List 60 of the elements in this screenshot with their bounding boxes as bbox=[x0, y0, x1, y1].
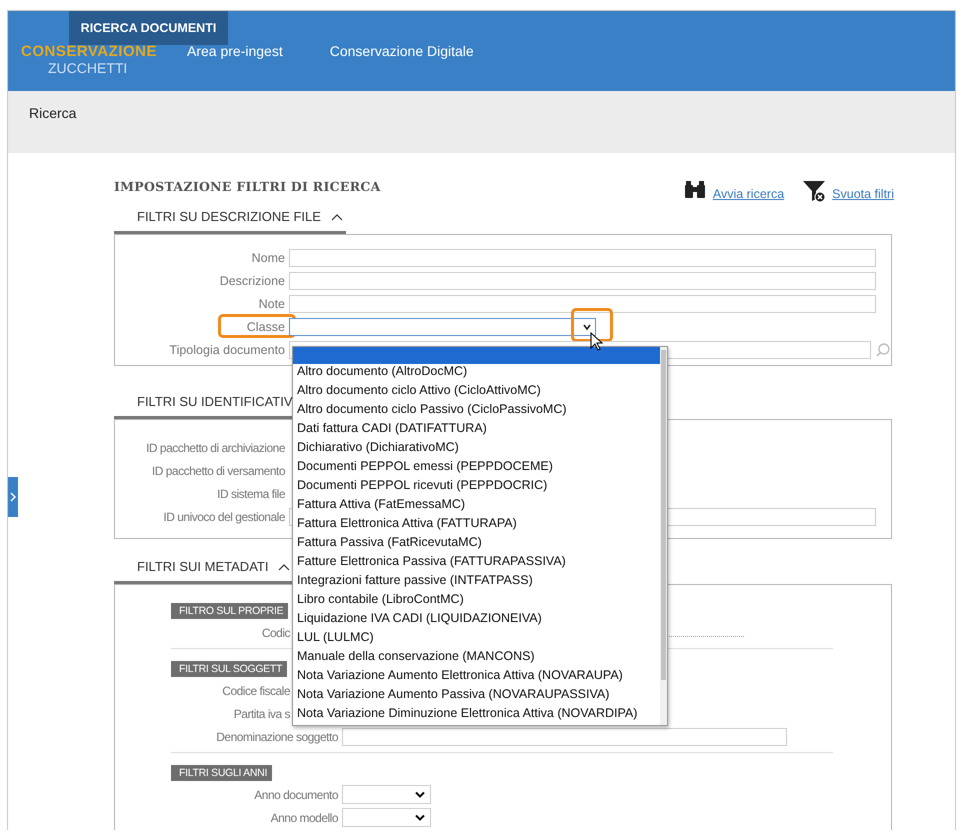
dropdown-option[interactable]: Altro documento (AltroDocMC) bbox=[293, 364, 660, 383]
nav-link[interactable]: Conservazione Digitale bbox=[330, 43, 474, 59]
year-select[interactable] bbox=[342, 785, 431, 804]
section-tab[interactable]: FILTRI SU DESCRIZIONE FILE bbox=[114, 205, 346, 234]
dropdown-list[interactable] bbox=[292, 346, 668, 726]
chevron-down-icon bbox=[414, 791, 426, 799]
group-title: FILTRO SUL PROPRIE bbox=[171, 603, 288, 619]
logo-subtext: ZUCCHETTI bbox=[48, 60, 128, 76]
field-label: Partita iva s bbox=[232, 706, 291, 720]
dropdown-option[interactable]: Manuale della conservazione (MANCONS) bbox=[293, 649, 660, 668]
chevron-right-icon bbox=[10, 492, 16, 502]
tab-label: FILTRI SU DESCRIZIONE FILE bbox=[137, 209, 321, 224]
field-label: ID pacchetto di archiviazione bbox=[145, 440, 286, 454]
group-title: FILTRI SUGLI ANNI bbox=[171, 765, 272, 781]
dropdown-option[interactable]: Libro contabile (LibroContMC) bbox=[293, 592, 660, 611]
dropdown-option[interactable]: Dati fattura CADI (DATIFATTURA) bbox=[293, 421, 660, 440]
field-label: Tipologia documento bbox=[168, 342, 286, 356]
dropdown-option[interactable]: Fattura Passiva (FatRicevutaMC) bbox=[293, 535, 660, 554]
nav-link[interactable]: Area pre-ingest bbox=[187, 43, 283, 59]
field-label: Note bbox=[258, 296, 286, 310]
tab-label: FILTRI SUI METADATI bbox=[137, 559, 268, 574]
dropdown-option[interactable]: Liquidazione IVA CADI (LIQUIDAZIONEIVA) bbox=[293, 611, 660, 630]
field-label: ID pacchetto di versamento bbox=[150, 464, 286, 478]
field-label: Descrizione bbox=[218, 274, 286, 288]
caret-icon bbox=[582, 322, 592, 332]
input-field[interactable] bbox=[289, 248, 876, 266]
dropdown-option[interactable]: Dichiarativo (DichiarativoMC) bbox=[293, 440, 660, 459]
dropdown-option[interactable]: Fattura Attiva (FatEmessaMC) bbox=[293, 497, 660, 516]
dropdown-option[interactable]: Nota Variazione Aumento Elettronica Attiva (NOVARAUPA) bbox=[293, 668, 660, 687]
input-field[interactable] bbox=[289, 294, 876, 312]
field-label: Codic bbox=[260, 626, 292, 640]
field-label: Anno modello bbox=[270, 810, 339, 824]
input-field[interactable] bbox=[289, 272, 876, 290]
page-badge: RICERCA DOCUMENTI bbox=[69, 11, 228, 45]
chevron-down-icon bbox=[414, 814, 426, 822]
funnel-clear-icon bbox=[802, 179, 826, 203]
field-label: ID sistema file bbox=[216, 486, 286, 500]
dropdown-option[interactable]: LUL (LULMC) bbox=[293, 630, 660, 649]
field-label: ID univoco del gestionale bbox=[162, 510, 286, 524]
tab-label: FILTRI SU IDENTIFICATIV bbox=[137, 394, 293, 409]
scrollbar[interactable] bbox=[660, 347, 667, 725]
group-title: FILTRI SUL SOGGETT bbox=[171, 661, 288, 677]
dropdown-option[interactable]: Documenti PEPPOL ricevuti (PEPPDOCRIC) bbox=[293, 478, 660, 497]
dropdown-option[interactable]: Nota Variazione Aumento Passiva (NOVARAUPASSIVA) bbox=[293, 687, 660, 706]
section-heading: IMPOSTAZIONE FILTRI DI RICERCA bbox=[114, 179, 381, 194]
logo-text: CONSERVAZIONE bbox=[21, 42, 157, 60]
input-field[interactable] bbox=[342, 728, 787, 746]
action-link[interactable]: Avvia ricerca bbox=[712, 187, 784, 203]
year-select[interactable] bbox=[342, 808, 431, 827]
select-field[interactable] bbox=[289, 318, 596, 336]
action-link[interactable]: Svuota filtri bbox=[832, 187, 894, 203]
dropdown-option[interactable]: Fattura Elettronica Attiva (FATTURAPA) bbox=[293, 516, 660, 535]
field-label: Anno documento bbox=[253, 788, 339, 802]
field-label: Codice fiscale bbox=[221, 684, 291, 698]
dropdown-option[interactable]: Nota Variazione Diminuzione Elettronica Attiva (NOVARDIPA) bbox=[293, 706, 660, 725]
field-label: Denominazione soggetto bbox=[215, 730, 339, 744]
dropdown-option[interactable]: Documenti PEPPOL emessi (PEPPDOCEME) bbox=[293, 459, 660, 478]
side-panel-toggle[interactable] bbox=[8, 477, 18, 517]
field-label: Nome bbox=[250, 250, 286, 264]
page-title: Ricerca bbox=[29, 105, 76, 121]
